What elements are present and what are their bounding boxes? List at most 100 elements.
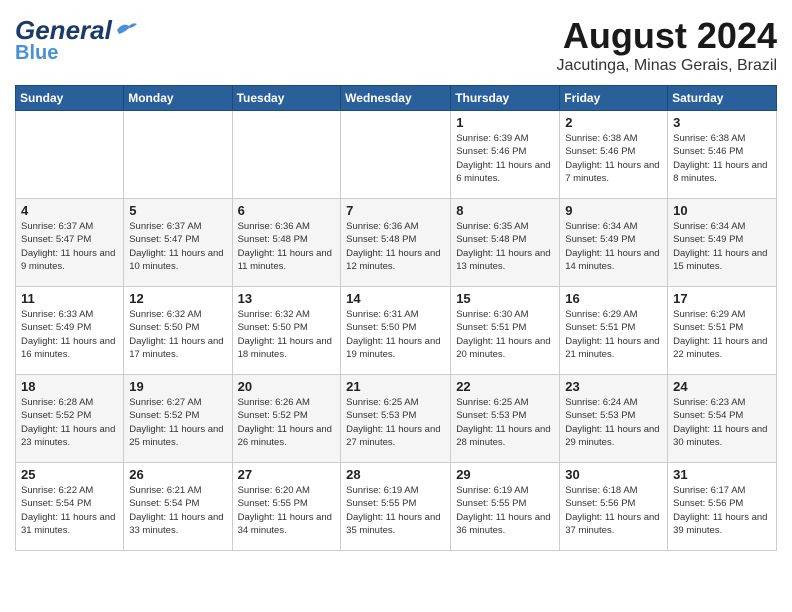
day-number: 10 <box>673 203 771 218</box>
calendar-cell: 20 Sunrise: 6:26 AMSunset: 5:52 PMDayligh… <box>232 375 341 463</box>
day-info: Sunrise: 6:26 AMSunset: 5:52 PMDaylight:… <box>238 396 336 449</box>
day-number: 9 <box>565 203 662 218</box>
day-info: Sunrise: 6:35 AMSunset: 5:48 PMDaylight:… <box>456 220 554 273</box>
calendar-cell <box>341 111 451 199</box>
location-subtitle: Jacutinga, Minas Gerais, Brazil <box>556 57 777 75</box>
day-number: 17 <box>673 291 771 306</box>
day-number: 27 <box>238 467 336 482</box>
day-info: Sunrise: 6:33 AMSunset: 5:49 PMDaylight:… <box>21 308 118 361</box>
calendar-cell: 23 Sunrise: 6:24 AMSunset: 5:53 PMDayligh… <box>560 375 668 463</box>
title-area: August 2024 Jacutinga, Minas Gerais, Bra… <box>556 15 777 75</box>
calendar-week-1: 1Sunrise: 6:39 AMSunset: 5:46 PMDaylight… <box>16 111 777 199</box>
day-number: 3 <box>673 115 771 130</box>
calendar-cell: 24 Sunrise: 6:23 AMSunset: 5:54 PMDayligh… <box>668 375 777 463</box>
day-number: 1 <box>456 115 554 130</box>
day-info: Sunrise: 6:24 AMSunset: 5:53 PMDaylight:… <box>565 396 662 449</box>
calendar-cell: 25 Sunrise: 6:22 AMSunset: 5:54 PMDayligh… <box>16 463 124 551</box>
calendar-cell: 3Sunrise: 6:38 AMSunset: 5:46 PMDaylight… <box>668 111 777 199</box>
day-info: Sunrise: 6:36 AMSunset: 5:48 PMDaylight:… <box>238 220 336 273</box>
day-info: Sunrise: 6:36 AMSunset: 5:48 PMDaylight:… <box>346 220 445 273</box>
page-header: General Blue August 2024 Jacutinga, Mina… <box>15 15 777 75</box>
day-number: 20 <box>238 379 336 394</box>
day-number: 18 <box>21 379 118 394</box>
day-number: 29 <box>456 467 554 482</box>
day-info: Sunrise: 6:37 AMSunset: 5:47 PMDaylight:… <box>21 220 118 273</box>
day-header-monday: Monday <box>124 86 232 111</box>
day-number: 11 <box>21 291 118 306</box>
day-info: Sunrise: 6:23 AMSunset: 5:54 PMDaylight:… <box>673 396 771 449</box>
calendar-cell: 9Sunrise: 6:34 AMSunset: 5:49 PMDaylight… <box>560 199 668 287</box>
day-info: Sunrise: 6:29 AMSunset: 5:51 PMDaylight:… <box>565 308 662 361</box>
calendar-cell: 6 Sunrise: 6:36 AMSunset: 5:48 PMDaylight… <box>232 199 341 287</box>
day-number: 6 <box>238 203 336 218</box>
day-header-tuesday: Tuesday <box>232 86 341 111</box>
day-info: Sunrise: 6:38 AMSunset: 5:46 PMDaylight:… <box>565 132 662 185</box>
day-header-sunday: Sunday <box>16 86 124 111</box>
day-number: 7 <box>346 203 445 218</box>
day-number: 21 <box>346 379 445 394</box>
day-info: Sunrise: 6:32 AMSunset: 5:50 PMDaylight:… <box>238 308 336 361</box>
calendar-cell: 16Sunrise: 6:29 AMSunset: 5:51 PMDayligh… <box>560 287 668 375</box>
calendar-cell: 22Sunrise: 6:25 AMSunset: 5:53 PMDayligh… <box>451 375 560 463</box>
day-info: Sunrise: 6:28 AMSunset: 5:52 PMDaylight:… <box>21 396 118 449</box>
day-number: 8 <box>456 203 554 218</box>
day-number: 31 <box>673 467 771 482</box>
logo-bird-icon <box>115 20 137 38</box>
day-number: 12 <box>129 291 226 306</box>
calendar-cell: 8 Sunrise: 6:35 AMSunset: 5:48 PMDaylight… <box>451 199 560 287</box>
calendar-week-5: 25 Sunrise: 6:22 AMSunset: 5:54 PMDayligh… <box>16 463 777 551</box>
calendar-cell: 2 Sunrise: 6:38 AMSunset: 5:46 PMDaylight… <box>560 111 668 199</box>
calendar-week-2: 4 Sunrise: 6:37 AMSunset: 5:47 PMDaylight… <box>16 199 777 287</box>
day-info: Sunrise: 6:29 AMSunset: 5:51 PMDaylight:… <box>673 308 771 361</box>
day-info: Sunrise: 6:21 AMSunset: 5:54 PMDaylight:… <box>129 484 226 537</box>
logo-blue: Blue <box>15 42 58 65</box>
calendar-week-3: 11 Sunrise: 6:33 AMSunset: 5:49 PMDayligh… <box>16 287 777 375</box>
day-number: 25 <box>21 467 118 482</box>
calendar-cell <box>232 111 341 199</box>
day-number: 26 <box>129 467 226 482</box>
calendar-cell: 5 Sunrise: 6:37 AMSunset: 5:47 PMDaylight… <box>124 199 232 287</box>
day-number: 5 <box>129 203 226 218</box>
calendar-cell: 11 Sunrise: 6:33 AMSunset: 5:49 PMDayligh… <box>16 287 124 375</box>
calendar-cell: 28 Sunrise: 6:19 AMSunset: 5:55 PMDayligh… <box>341 463 451 551</box>
day-number: 28 <box>346 467 445 482</box>
day-info: Sunrise: 6:18 AMSunset: 5:56 PMDaylight:… <box>565 484 662 537</box>
calendar-cell: 31 Sunrise: 6:17 AMSunset: 5:56 PMDayligh… <box>668 463 777 551</box>
day-info: Sunrise: 6:19 AMSunset: 5:55 PMDaylight:… <box>456 484 554 537</box>
calendar-cell: 14Sunrise: 6:31 AMSunset: 5:50 PMDayligh… <box>341 287 451 375</box>
day-info: Sunrise: 6:20 AMSunset: 5:55 PMDaylight:… <box>238 484 336 537</box>
calendar-cell: 27 Sunrise: 6:20 AMSunset: 5:55 PMDayligh… <box>232 463 341 551</box>
day-info: Sunrise: 6:22 AMSunset: 5:54 PMDaylight:… <box>21 484 118 537</box>
day-info: Sunrise: 6:27 AMSunset: 5:52 PMDaylight:… <box>129 396 226 449</box>
calendar-cell: 18 Sunrise: 6:28 AMSunset: 5:52 PMDayligh… <box>16 375 124 463</box>
calendar-cell: 30 Sunrise: 6:18 AMSunset: 5:56 PMDayligh… <box>560 463 668 551</box>
calendar-header-row: SundayMondayTuesdayWednesdayThursdayFrid… <box>16 86 777 111</box>
day-info: Sunrise: 6:19 AMSunset: 5:55 PMDaylight:… <box>346 484 445 537</box>
day-info: Sunrise: 6:37 AMSunset: 5:47 PMDaylight:… <box>129 220 226 273</box>
day-number: 19 <box>129 379 226 394</box>
day-number: 30 <box>565 467 662 482</box>
day-number: 2 <box>565 115 662 130</box>
calendar-table: SundayMondayTuesdayWednesdayThursdayFrid… <box>15 85 777 551</box>
calendar-cell: 26 Sunrise: 6:21 AMSunset: 5:54 PMDayligh… <box>124 463 232 551</box>
calendar-cell <box>16 111 124 199</box>
calendar-cell: 15Sunrise: 6:30 AMSunset: 5:51 PMDayligh… <box>451 287 560 375</box>
calendar-cell <box>124 111 232 199</box>
day-header-thursday: Thursday <box>451 86 560 111</box>
day-header-friday: Friday <box>560 86 668 111</box>
day-info: Sunrise: 6:17 AMSunset: 5:56 PMDaylight:… <box>673 484 771 537</box>
calendar-cell: 12Sunrise: 6:32 AMSunset: 5:50 PMDayligh… <box>124 287 232 375</box>
day-number: 4 <box>21 203 118 218</box>
day-info: Sunrise: 6:30 AMSunset: 5:51 PMDaylight:… <box>456 308 554 361</box>
day-info: Sunrise: 6:31 AMSunset: 5:50 PMDaylight:… <box>346 308 445 361</box>
day-number: 23 <box>565 379 662 394</box>
calendar-cell: 4 Sunrise: 6:37 AMSunset: 5:47 PMDaylight… <box>16 199 124 287</box>
calendar-week-4: 18 Sunrise: 6:28 AMSunset: 5:52 PMDayligh… <box>16 375 777 463</box>
calendar-cell: 17 Sunrise: 6:29 AMSunset: 5:51 PMDayligh… <box>668 287 777 375</box>
day-number: 13 <box>238 291 336 306</box>
calendar-cell: 7 Sunrise: 6:36 AMSunset: 5:48 PMDaylight… <box>341 199 451 287</box>
day-number: 24 <box>673 379 771 394</box>
day-number: 22 <box>456 379 554 394</box>
day-header-wednesday: Wednesday <box>341 86 451 111</box>
calendar-cell: 21Sunrise: 6:25 AMSunset: 5:53 PMDayligh… <box>341 375 451 463</box>
